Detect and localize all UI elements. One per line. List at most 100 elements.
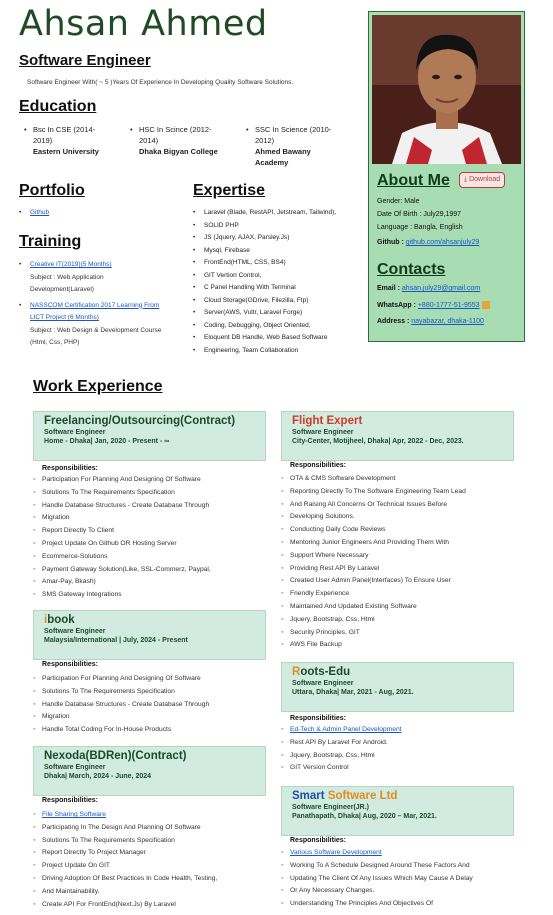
responsibilities-list: OTA & CMS Software DevelopmentReporting … xyxy=(281,473,521,652)
job-meta: Panathapath, Dhaka| Aug, 2020 – Mar, 202… xyxy=(292,813,437,820)
job-card-header: Flight Expert Software Engineer City-Cen… xyxy=(281,411,514,461)
dob-row: Date Of Birth : July29,1997 xyxy=(377,211,462,218)
responsibility-item: And Raising All Concerns Or Technical Is… xyxy=(281,499,521,512)
responsibility-item: Ecommerce-Solutions xyxy=(33,551,268,564)
language-row: Language : Bangla, English xyxy=(377,224,463,231)
responsibility-item: Payment Gateway Solution(Like, SSL-Comme… xyxy=(33,564,268,577)
responsibility-item: Developing Solutions. xyxy=(281,511,521,524)
responsibility-item: And Maintainability. xyxy=(33,886,268,899)
responsibility-item: Security Principles, GIT xyxy=(281,627,521,640)
responsibility-item: Jquery, Bootstrap, Css, Html xyxy=(281,750,521,763)
download-icon: ⤓ xyxy=(464,176,468,183)
responsibility-item: OTA & CMS Software Development xyxy=(281,473,521,486)
responsibility-item: Mentoring Junior Engineers And Providing… xyxy=(281,537,521,550)
education-item: • HSC In Scince (2012- 2014) Dhaka Bigya… xyxy=(130,124,234,157)
responsibilities-label: Responsibilities: xyxy=(290,837,347,844)
expertise-list: Laravel (Blade, RestAPI, Jetstream, Tail… xyxy=(193,207,358,357)
job-card-header: Freelancing/Outsourcing(Contract) Softwa… xyxy=(33,411,266,461)
email-row: Email : ahsan.july29@gmail.com xyxy=(377,285,481,292)
responsibilities-list: Various Software Development Working To A… xyxy=(281,847,526,911)
responsibility-item: Providing Rest API By Laravel xyxy=(281,563,521,576)
list-item: Github xyxy=(19,207,49,220)
job-role: Software Engineer xyxy=(44,429,106,436)
training-link[interactable]: LICT Project (6 Months) xyxy=(30,314,99,321)
expertise-item: Server(AWS, Vultr, Laravel Forge) xyxy=(193,307,358,320)
company-name: Flight Expert xyxy=(292,415,363,427)
email-link[interactable]: ahsan.july29@gmail.com xyxy=(402,285,480,292)
responsibilities-label: Responsibilities: xyxy=(42,797,99,804)
education-title: Education xyxy=(19,98,97,115)
project-link[interactable]: Various Software Development xyxy=(290,849,382,856)
responsibility-item: Report Directly To Client xyxy=(33,525,268,538)
responsibility-item: Reporting Directly To The Software Engin… xyxy=(281,486,521,499)
responsibilities-list: Participation For Planning And Designing… xyxy=(33,474,268,602)
github-profile-link[interactable]: github.com/ahsanjuly29 xyxy=(406,239,480,246)
bullet-icon: • xyxy=(130,125,133,134)
summary-text: Software Engineer With( ~ 5 )Years Of Ex… xyxy=(27,79,294,86)
job-meta: Uttara, Dhaka| Mar, 2021 - Aug, 2021. xyxy=(292,689,414,696)
expertise-item: Eloquent DB Handle, Web Based Software xyxy=(193,332,358,345)
address-row: Address : nayabazar, dhaka-1100 xyxy=(377,318,484,325)
expertise-item: SOLID PHP xyxy=(193,220,358,233)
job-card-header: Nexoda(BDRen)(Contract) Software Enginee… xyxy=(33,746,266,796)
project-link[interactable]: File Sharing Software xyxy=(42,811,106,818)
responsibilities-list: Ed-Tech & Admin Panel Development Rest AP… xyxy=(281,724,521,775)
responsibility-item: Report Directly To Project Manager xyxy=(33,847,268,860)
responsibility-item: Participation For Planning And Designing… xyxy=(33,673,268,686)
responsibility-item: Understanding The Principles And Objecti… xyxy=(281,898,526,911)
expertise-item: Cloud Storage(GDrive, Filezilla, Ftp) xyxy=(193,295,358,308)
portfolio-title: Portfolio xyxy=(19,182,85,199)
job-meta: Home - Dhaka| Jan, 2020 - Present - ∞ xyxy=(44,438,170,445)
company-name: ibook xyxy=(44,614,75,626)
responsibility-item: Support Where Necessary xyxy=(281,550,521,563)
job-card-header: Smart Software Ltd Software Engineer(JR.… xyxy=(281,786,514,836)
company-name: Freelancing/Outsourcing(Contract) xyxy=(44,415,236,427)
address-link[interactable]: nayabazar, dhaka-1100 xyxy=(411,318,484,325)
responsibility-item: Or Any Necessary Changes. xyxy=(281,885,526,898)
responsibilities-label: Responsibilities: xyxy=(42,661,99,668)
expertise-item: Laravel (Blade, RestAPI, Jetstream, Tail… xyxy=(193,207,358,220)
download-button[interactable]: ⤓ Download xyxy=(459,172,506,188)
person-name: Ahsan Ahmed xyxy=(19,4,268,44)
company-name: Smart Software Ltd xyxy=(292,790,398,802)
company-name: Nexoda(BDRen)(Contract) xyxy=(44,750,187,762)
portfolio-list: Github xyxy=(19,207,49,220)
responsibility-item: Project Update On Github OR Hosting Serv… xyxy=(33,538,268,551)
responsibility-item: Participation For Planning And Designing… xyxy=(33,474,268,487)
responsibility-item: Friendly Experience xyxy=(281,588,521,601)
job-role: Software Engineer(JR.) xyxy=(292,804,370,811)
training-title: Training xyxy=(19,233,82,250)
institution: Ahmed Bawany xyxy=(255,147,311,156)
responsibility-item: Solutions To The Requirements Specificat… xyxy=(33,686,268,699)
responsibility-item: Rest API By Laravel For Android. xyxy=(281,737,521,750)
project-link[interactable]: Ed-Tech & Admin Panel Development xyxy=(290,726,402,733)
responsibility-item: Driving Adoption Of Best Practices In Co… xyxy=(33,873,268,886)
expertise-item: Coding, Debugging, Object Oriented, xyxy=(193,320,358,333)
job-role: Software Engineer xyxy=(44,764,106,771)
responsibility-item: Create API For FrontEnd(Next.Js) By Lara… xyxy=(33,899,268,912)
responsibility-item: Jquery, Bootstrap, Css, Html xyxy=(281,614,521,627)
responsibilities-label: Responsibilities: xyxy=(290,715,347,722)
responsibility-item: Ed-Tech & Admin Panel Development xyxy=(281,724,521,737)
expertise-item: C Panel Handling With Terminal xyxy=(193,282,358,295)
training-link[interactable]: NASSCOM Certification 2017 Learning From xyxy=(30,302,159,309)
institution: Eastern University xyxy=(33,147,99,156)
responsibility-item: Solutions To The Requirements Specificat… xyxy=(33,487,268,500)
job-card-header: ibook Software Engineer Malaysia/Interna… xyxy=(33,610,266,660)
job-meta: Dhaka| March, 2024 - June, 2024 xyxy=(44,773,152,780)
responsibility-item: AWS File Backup xyxy=(281,639,521,652)
expertise-item: GIT Vertion Control, xyxy=(193,270,358,283)
job-role: Software Engineer xyxy=(292,680,354,687)
responsibility-item: Handle Database Structures - Create Data… xyxy=(33,699,268,712)
bullet-icon: • xyxy=(24,125,27,134)
job-card-header: Roots-Edu Software Engineer Uttara, Dhak… xyxy=(281,662,514,712)
github-link[interactable]: Github xyxy=(30,209,49,216)
whatsapp-link[interactable]: +880-1777-51-9553 xyxy=(418,302,480,309)
training-list: Creative IT(2019)(5 Months) Subject : We… xyxy=(19,259,184,349)
responsibility-item: SMS Gateway Integrations xyxy=(33,589,268,602)
about-title: About Me xyxy=(377,172,450,189)
responsibility-item: Handle Total Coding For In-House Product… xyxy=(33,724,268,737)
responsibility-item: Participating In The Design And Planning… xyxy=(33,822,268,835)
gender-row: Gender: Male xyxy=(377,198,420,205)
training-link[interactable]: Creative IT(2019)(5 Months) xyxy=(30,261,112,268)
